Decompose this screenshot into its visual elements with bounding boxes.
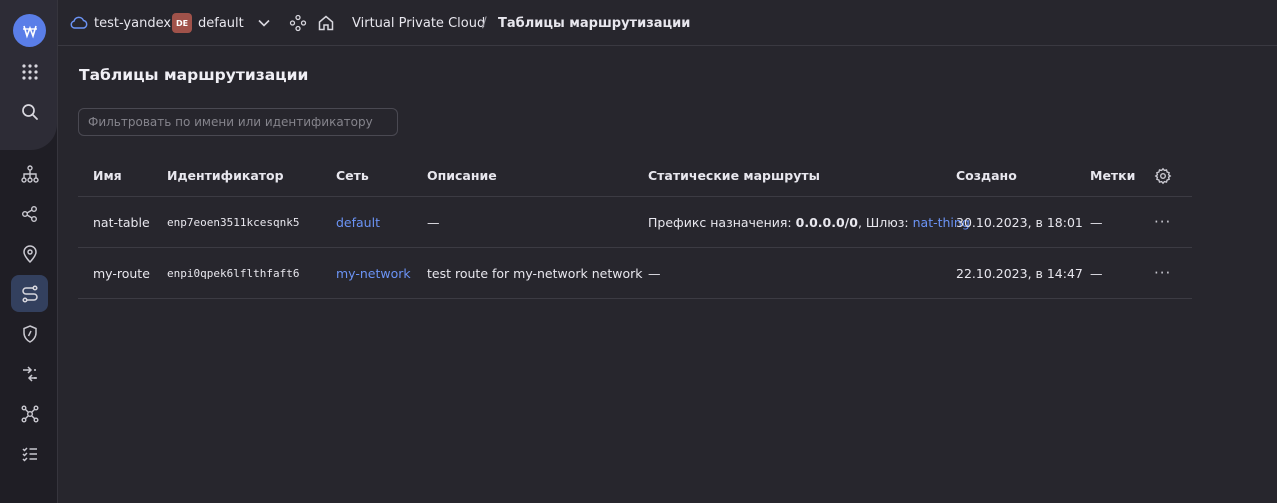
cloud-name: test-yandex — [94, 15, 172, 31]
row-created: 22.10.2023, в 14:47 — [956, 265, 1083, 281]
row-description: test route for my-network network — [427, 265, 643, 281]
row-actions-button[interactable]: ··· — [1154, 197, 1171, 247]
left-rail — [0, 0, 58, 503]
header-name[interactable]: Имя — [93, 155, 122, 196]
row-network-link[interactable]: default — [336, 197, 380, 247]
breadcrumb-separator: / — [482, 0, 487, 46]
header-labels[interactable]: Метки — [1090, 155, 1135, 196]
logo-icon — [22, 25, 37, 39]
topology-icon[interactable] — [11, 395, 48, 432]
route-gateway-label: , Шлюз: — [857, 214, 913, 230]
security-group-icon[interactable] — [11, 315, 48, 352]
route-prefix-label: Префикс назначения: — [648, 214, 796, 230]
row-name[interactable]: nat-table — [93, 197, 150, 247]
breadcrumb-current-label: Таблицы маршрутизации — [498, 15, 691, 31]
table-row[interactable]: my-route enpi0qpek6lflthfaft6 my-network… — [78, 248, 1192, 299]
gateways-icon[interactable] — [11, 355, 48, 392]
folder-name: default — [198, 15, 244, 31]
subnets-icon[interactable] — [11, 195, 48, 232]
breadcrumb-vpc-label: Virtual Private Cloud — [352, 15, 486, 31]
checklist-icon[interactable] — [11, 435, 48, 472]
folder-badge: DE — [172, 13, 192, 33]
header-description[interactable]: Описание — [427, 155, 497, 196]
network-icon[interactable] — [11, 155, 48, 192]
table-row[interactable]: nat-table enp7eoen3511kcesqnk5 default —… — [78, 197, 1192, 248]
row-labels: — — [1090, 265, 1103, 281]
row-name[interactable]: my-route — [93, 248, 150, 298]
row-id: enp7eoen3511kcesqnk5 — [167, 215, 300, 229]
row-id: enpi0qpek6lflthfaft6 — [167, 266, 300, 280]
search-icon[interactable] — [11, 93, 48, 130]
row-description: — — [427, 214, 440, 230]
route-tables-icon[interactable] — [11, 275, 48, 312]
header-id[interactable]: Идентификатор — [167, 155, 284, 196]
breadcrumb-separator-text: / — [482, 15, 487, 31]
location-icon[interactable] — [11, 235, 48, 272]
top-bar: test-yandex DE default Virtual Private C… — [58, 0, 1277, 46]
breadcrumb-vpc[interactable]: Virtual Private Cloud — [352, 0, 485, 46]
route-tables-table: Имя Идентификатор Сеть Описание Статичес… — [78, 155, 1192, 299]
chevron-down-icon[interactable] — [258, 19, 270, 27]
route-prefix-value: 0.0.0.0/0 — [795, 214, 858, 230]
header-created[interactable]: Создано — [956, 155, 1017, 196]
header-routes[interactable]: Статические маршруты — [648, 155, 820, 196]
table-header: Имя Идентификатор Сеть Описание Статичес… — [78, 155, 1192, 197]
home-icon[interactable] — [317, 0, 335, 46]
row-routes: Префикс назначения: 0.0.0.0/0 , Шлюз: na… — [648, 197, 970, 247]
breadcrumb-current: Таблицы маршрутизации — [498, 0, 690, 46]
folder-selector[interactable]: DE default — [172, 0, 270, 46]
page-title: Таблицы маршрутизации — [79, 66, 309, 84]
services-icon[interactable] — [289, 0, 307, 46]
header-network[interactable]: Сеть — [336, 155, 369, 196]
cloud-selector[interactable]: test-yandex — [94, 0, 171, 46]
row-network-link[interactable]: my-network — [336, 248, 411, 298]
row-labels: — — [1090, 214, 1103, 230]
filter-input[interactable] — [78, 108, 398, 136]
row-routes: — — [648, 265, 661, 281]
cloud-icon — [70, 0, 88, 46]
row-created: 30.10.2023, в 18:01 — [956, 214, 1083, 230]
row-actions-button[interactable]: ··· — [1154, 248, 1171, 298]
gear-icon[interactable] — [1154, 155, 1172, 196]
yandex-cloud-logo[interactable] — [13, 14, 46, 47]
services-grid-icon[interactable] — [11, 53, 48, 90]
